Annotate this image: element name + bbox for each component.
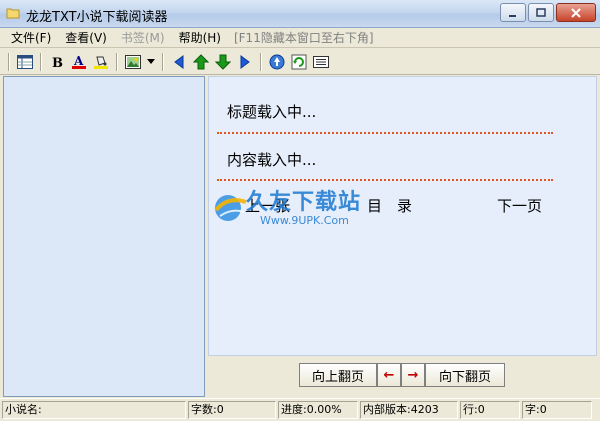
toolbar-separator (116, 52, 118, 71)
body-separator (217, 179, 553, 181)
status-word-count: 字数:0 (188, 401, 276, 419)
toolbar-separator (260, 52, 262, 71)
prev-page-button[interactable]: 向上翻页 (299, 363, 377, 387)
forward-icon (240, 54, 250, 69)
contents-button[interactable] (310, 51, 332, 73)
dropdown-arrow-icon (147, 58, 155, 64)
toolbar-separator (8, 52, 10, 71)
page-down-button[interactable] (212, 51, 234, 73)
svg-text:A: A (73, 54, 84, 68)
status-version: 内部版本:4203 (360, 401, 458, 419)
next-page-link[interactable]: 下一页 (497, 195, 542, 216)
right-arrow-button[interactable]: → (401, 363, 425, 387)
title-separator (217, 132, 553, 134)
maximize-button[interactable] (528, 3, 554, 22)
toolbar-separator (40, 52, 42, 71)
pager-bar: 向上翻页 ← → 向下翻页 (208, 357, 597, 397)
down-arrow-icon (215, 54, 231, 70)
status-bar: 小说名: 字数:0 进度:0.00% 内部版本:4203 行:0 字:0 (0, 398, 600, 421)
previous-chapter-link[interactable]: 上一张 (245, 195, 290, 216)
menu-bar: 文件(F) 查看(V) 书签(M) 帮助(H) [F11隐藏本窗口至右下角] (0, 28, 600, 48)
fill-color-icon (94, 56, 108, 69)
menu-view[interactable]: 查看(V) (58, 29, 114, 46)
close-button[interactable] (556, 3, 596, 22)
window-title: 龙龙TXT小说下载阅读器 (26, 10, 168, 25)
previous-chapter-button[interactable] (168, 51, 190, 73)
title-bar[interactable]: 龙龙TXT小说下载阅读器 (0, 0, 600, 28)
status-line: 行:0 (460, 401, 520, 419)
back-icon (174, 54, 184, 69)
table-of-contents-link[interactable]: 目 录 (367, 195, 412, 216)
minimize-button[interactable] (500, 3, 526, 22)
download-button[interactable] (266, 51, 288, 73)
status-char: 字:0 (522, 401, 592, 419)
panel-icon (17, 54, 33, 69)
chapter-title: 标题载入中... (227, 103, 317, 121)
next-chapter-button[interactable] (234, 51, 256, 73)
image-dropdown-button[interactable] (144, 51, 158, 73)
minimize-icon (509, 14, 516, 17)
menu-hint: [F11隐藏本窗口至右下角] (233, 31, 374, 45)
menu-help[interactable]: 帮助(H) (172, 29, 228, 46)
menu-file[interactable]: 文件(F) (4, 29, 58, 46)
font-color-icon: A (72, 54, 86, 69)
bold-icon: B (52, 56, 63, 69)
toggle-panel-button[interactable] (14, 51, 36, 73)
font-color-button[interactable]: A (68, 51, 90, 73)
menu-bookmarks: 书签(M) (120, 31, 165, 45)
page-up-button[interactable] (190, 51, 212, 73)
toolbar: B A (0, 49, 600, 75)
refresh-button[interactable] (288, 51, 310, 73)
svg-text:B: B (52, 56, 63, 69)
status-progress: 进度:0.00% (278, 401, 358, 419)
refresh-icon (291, 54, 307, 69)
list-icon (313, 55, 329, 68)
next-page-button[interactable]: 向下翻页 (425, 363, 505, 387)
status-novel-name: 小说名: (2, 401, 186, 419)
background-image-button[interactable] (122, 51, 144, 73)
fill-color-button[interactable] (90, 51, 112, 73)
window-controls (500, 3, 596, 22)
folder-icon (6, 8, 20, 19)
up-arrow-icon (193, 53, 209, 69)
close-icon (571, 7, 581, 18)
image-icon (125, 54, 141, 69)
left-arrow-button[interactable]: ← (377, 363, 401, 387)
chapter-body: 内容载入中... (227, 151, 317, 169)
bold-button[interactable]: B (46, 51, 68, 73)
chapter-list-panel[interactable] (3, 76, 205, 397)
toolbar-separator (162, 52, 164, 71)
globe-icon (269, 54, 285, 69)
reading-pane[interactable]: 标题载入中... 内容载入中... 上一张 目 录 下一页 (208, 76, 597, 356)
maximize-icon (536, 7, 546, 17)
